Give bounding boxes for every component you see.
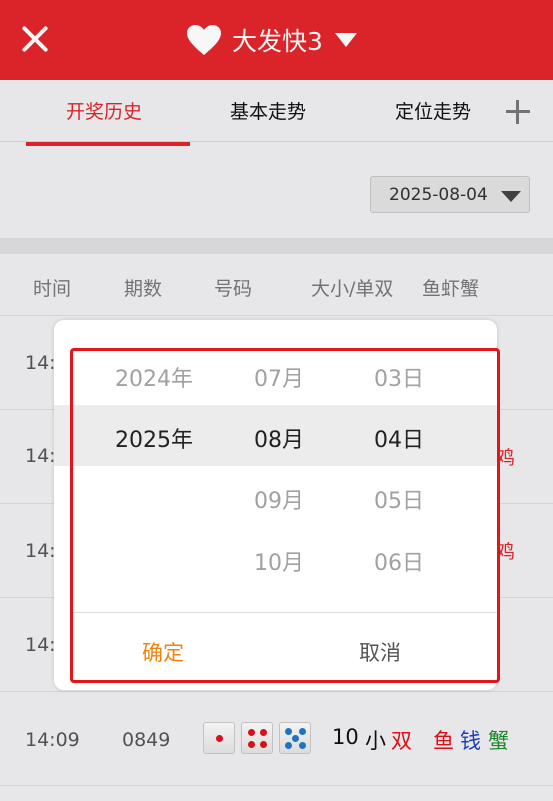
highlight-frame bbox=[70, 348, 500, 683]
